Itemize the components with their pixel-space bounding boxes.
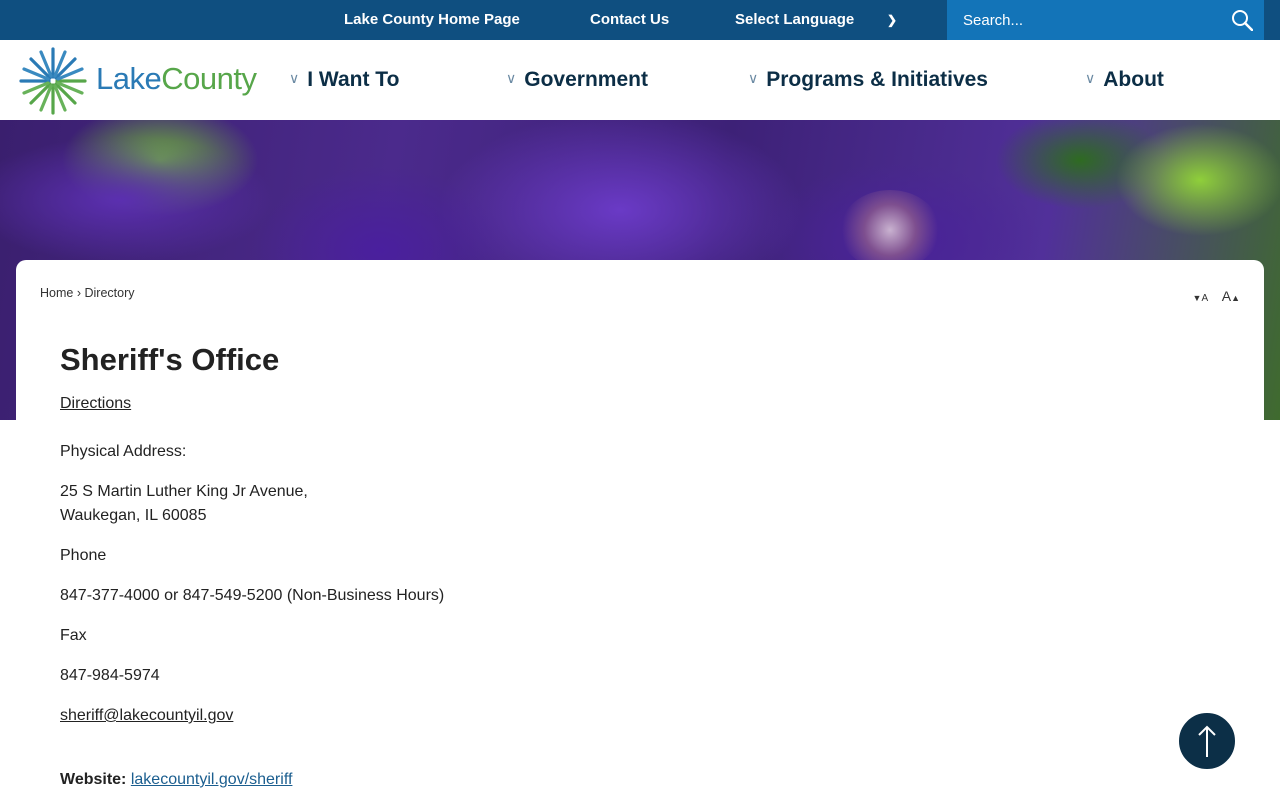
phone-value: 847-377-4000 or 847-549-5200 (Non-Busine…: [60, 587, 445, 604]
nav-label: I Want To: [307, 68, 400, 91]
nav-label: Government: [524, 68, 648, 91]
physical-address-label: Physical Address:: [60, 443, 187, 460]
nav-label: About: [1103, 68, 1164, 91]
address-line-1: 25 S Martin Luther King Jr Avenue,: [60, 483, 308, 500]
website-label: Website:: [60, 771, 127, 788]
chevron-down-icon: ∨: [1085, 70, 1096, 86]
starburst-logo-icon: [19, 47, 87, 115]
breadcrumb-home-link[interactable]: Home: [40, 286, 73, 300]
breadcrumb: Home › Directory: [40, 286, 135, 300]
chevron-down-icon: ∨: [506, 70, 517, 86]
nav-programs-initiatives[interactable]: ∨ Programs & Initiatives: [748, 40, 988, 120]
text-resize-controls: ▼A A▲: [1183, 288, 1240, 304]
directions-link[interactable]: Directions: [60, 395, 131, 413]
arrow-up-icon: [1198, 725, 1216, 757]
lake-county-logo[interactable]: LakeCounty: [18, 46, 272, 115]
chevron-down-icon: ∨: [748, 70, 759, 86]
site-header: LakeCounty ∨ I Want To ∨ Government ∨ Progr…: [0, 40, 1280, 120]
website-link[interactable]: lakecountyil.gov/sheriff: [131, 771, 293, 788]
home-page-link[interactable]: Lake County Home Page: [344, 0, 520, 40]
search-box: [947, 0, 1264, 40]
fax-label: Fax: [60, 627, 87, 644]
chevron-down-icon: ❯: [887, 13, 898, 27]
website-row: Website: lakecountyil.gov/sheriff: [60, 771, 292, 789]
utility-bar: Lake County Home Page Contact Us Select …: [0, 0, 1280, 40]
increase-text-button[interactable]: A▲: [1222, 288, 1240, 304]
page-title: Sheriff's Office: [60, 342, 280, 377]
chevron-down-icon: ∨: [289, 70, 300, 86]
fax-value: 847-984-5974: [60, 667, 160, 684]
email-link[interactable]: sheriff@lakecountyil.gov: [60, 707, 233, 725]
language-label: Select Language: [735, 11, 855, 28]
address-line-2: Waukegan, IL 60085: [60, 507, 207, 524]
language-selector[interactable]: Select Language ❯: [735, 0, 905, 40]
back-to-top-button[interactable]: [1177, 711, 1237, 771]
nav-government[interactable]: ∨ Government: [506, 40, 648, 120]
breadcrumb-separator: ›: [76, 286, 81, 300]
nav-label: Programs & Initiatives: [766, 68, 988, 91]
breadcrumb-directory-link[interactable]: Directory: [84, 286, 134, 300]
search-input[interactable]: [947, 0, 1217, 40]
hero-flower-center: [840, 190, 940, 270]
nav-about[interactable]: ∨ About: [1085, 40, 1164, 120]
content-card: Home › Directory ▼A A▲ Sheriff's Office …: [16, 260, 1264, 800]
contact-us-link[interactable]: Contact Us: [590, 0, 669, 40]
nav-i-want-to[interactable]: ∨ I Want To: [289, 40, 399, 120]
search-icon[interactable]: [1231, 9, 1253, 31]
decrease-text-button[interactable]: ▼A: [1193, 289, 1209, 304]
phone-label: Phone: [60, 547, 107, 564]
logo-wordmark: LakeCounty: [96, 61, 257, 96]
